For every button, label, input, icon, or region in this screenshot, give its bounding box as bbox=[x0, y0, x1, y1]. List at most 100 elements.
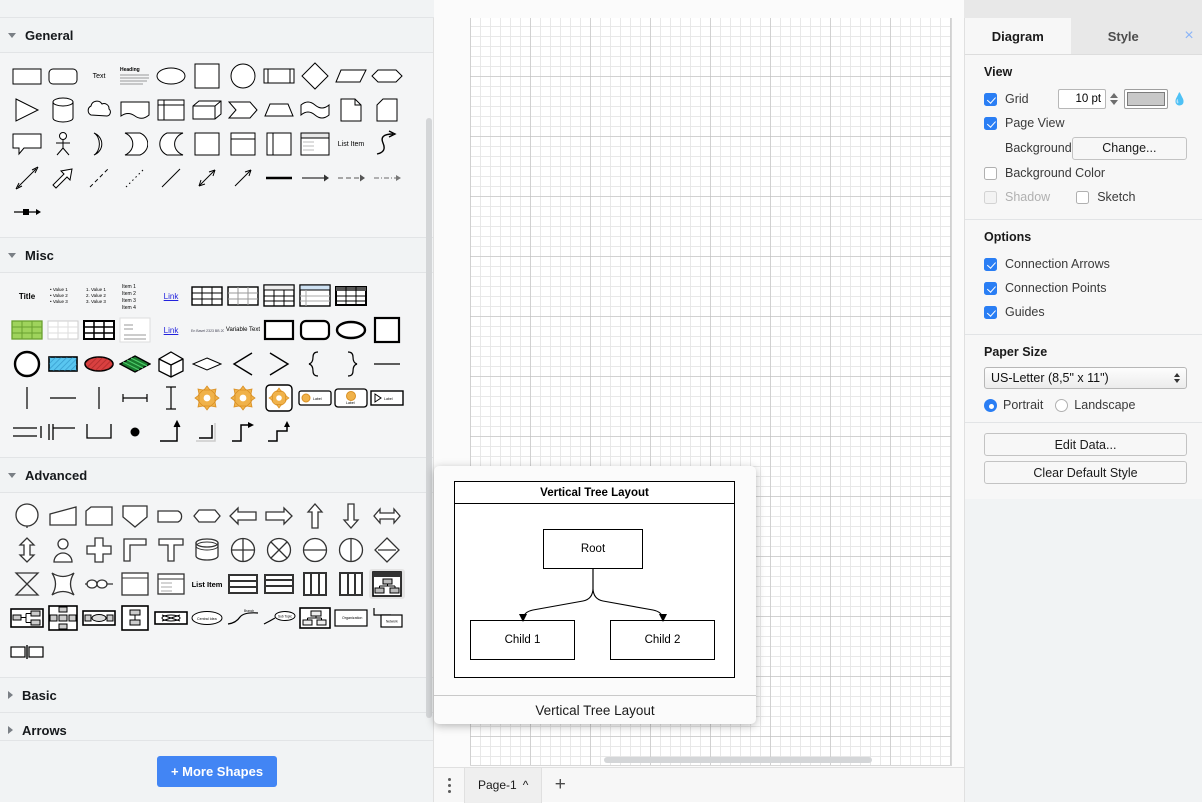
shape-bidirectional-arrow[interactable] bbox=[9, 163, 45, 193]
shape-adv-circle[interactable] bbox=[9, 501, 45, 531]
shapes-scroll-area[interactable]: General Text Heading bbox=[0, 18, 434, 740]
shape-adv-multi-node[interactable] bbox=[81, 569, 117, 599]
shape-s-elbow-arrow[interactable] bbox=[225, 417, 261, 447]
shape-adv-shield[interactable] bbox=[117, 501, 153, 531]
shape-parallelogram[interactable] bbox=[333, 61, 369, 91]
shape-adv-clipped-rect[interactable] bbox=[81, 501, 117, 531]
chevron-up-icon[interactable]: ^ bbox=[523, 778, 529, 792]
shape-adv-drum[interactable] bbox=[189, 535, 225, 565]
shape-vertical-container[interactable] bbox=[225, 129, 261, 159]
page-tab-page-1[interactable]: Page-1 ^ bbox=[464, 768, 542, 803]
shape-variable-text[interactable]: Variable Text bbox=[225, 315, 261, 345]
kebab-menu-icon[interactable] bbox=[434, 776, 464, 794]
shape-adv-flow[interactable] bbox=[81, 603, 117, 633]
shape-corner-bracket[interactable] bbox=[45, 417, 81, 447]
shape-note[interactable] bbox=[333, 95, 369, 125]
shape-data-storage[interactable] bbox=[117, 129, 153, 159]
section-header-advanced[interactable]: Advanced bbox=[0, 458, 434, 493]
more-shapes-button[interactable]: + More Shapes bbox=[157, 756, 277, 787]
shape-thick-rounded-rectangle[interactable] bbox=[297, 315, 333, 345]
shape-actor[interactable] bbox=[45, 129, 81, 159]
shape-red-hatched-ellipse[interactable] bbox=[81, 349, 117, 379]
shape-zigzag-left[interactable] bbox=[225, 349, 261, 379]
shape-elbow-outline[interactable] bbox=[189, 417, 225, 447]
shape-adv-vertical-cols[interactable] bbox=[297, 569, 333, 599]
shape-hexagon[interactable] bbox=[369, 61, 405, 91]
shape-table[interactable] bbox=[297, 129, 333, 159]
shape-link-text[interactable]: Link bbox=[153, 281, 189, 311]
shape-adv-network[interactable]: Network bbox=[369, 603, 405, 633]
shape-adv-person[interactable] bbox=[45, 535, 81, 565]
shape-dot[interactable] bbox=[117, 417, 153, 447]
shape-adv-terminator[interactable] bbox=[153, 501, 189, 531]
shape-line[interactable] bbox=[153, 163, 189, 193]
shape-adv-window[interactable] bbox=[117, 569, 153, 599]
shape-adv-tree-layout[interactable] bbox=[369, 569, 405, 599]
shape-directional-connector[interactable] bbox=[225, 163, 261, 193]
shape-gear-label[interactable]: Label bbox=[297, 383, 333, 413]
shape-blue-hatched-rectangle[interactable] bbox=[45, 349, 81, 379]
shape-adv-corner[interactable] bbox=[117, 535, 153, 565]
shape-double-line[interactable] bbox=[9, 417, 45, 447]
shape-gear[interactable] bbox=[189, 383, 225, 413]
shape-unordered-list[interactable]: • Value 1• Value 2• Value 3 bbox=[45, 281, 81, 311]
shape-step[interactable] bbox=[225, 95, 261, 125]
grid-color-button[interactable] bbox=[1124, 89, 1168, 109]
shape-adv-org-chart[interactable] bbox=[297, 603, 333, 633]
landscape-radio[interactable] bbox=[1055, 399, 1068, 412]
shape-adv-horizontal-rows[interactable] bbox=[225, 569, 261, 599]
shape-square[interactable] bbox=[189, 61, 225, 91]
guides-checkbox[interactable] bbox=[984, 306, 997, 319]
grid-size-input[interactable]: 10 pt bbox=[1058, 89, 1106, 109]
shape-adv-ramp[interactable] bbox=[45, 501, 81, 531]
shape-table-with-header[interactable] bbox=[225, 281, 261, 311]
shape-triangle[interactable] bbox=[9, 95, 45, 125]
shape-cube[interactable] bbox=[189, 95, 225, 125]
section-header-misc[interactable]: Misc bbox=[0, 238, 434, 273]
shape-titled-list-table[interactable] bbox=[297, 281, 333, 311]
connection-points-checkbox[interactable] bbox=[984, 282, 997, 295]
shape-u-bracket[interactable] bbox=[81, 417, 117, 447]
shape-z-elbow-arrow[interactable] bbox=[261, 417, 297, 447]
shape-thick-square[interactable] bbox=[369, 315, 405, 345]
shape-left-brace[interactable] bbox=[297, 349, 333, 379]
shape-adv-organisation[interactable]: Organization bbox=[333, 603, 369, 633]
eyedropper-icon[interactable]: 💧 bbox=[1172, 92, 1187, 106]
shape-light-table[interactable] bbox=[45, 315, 81, 345]
shape-adv-vertical-cols-2[interactable] bbox=[333, 569, 369, 599]
shape-adv-radial-tree[interactable] bbox=[45, 603, 81, 633]
shape-thick-ellipse[interactable] bbox=[333, 315, 369, 345]
connection-arrows-checkbox[interactable] bbox=[984, 258, 997, 271]
shape-ordered-list[interactable]: 1. Value 12. Value 23. Value 3 bbox=[81, 281, 117, 311]
shape-block-arrow[interactable] bbox=[45, 163, 81, 193]
shape-thick-rectangle[interactable] bbox=[261, 315, 297, 345]
tab-diagram[interactable]: Diagram bbox=[965, 18, 1071, 54]
shape-adv-branch[interactable]: Branch bbox=[225, 603, 261, 633]
shape-gear-2[interactable] bbox=[225, 383, 261, 413]
shape-circle[interactable] bbox=[225, 61, 261, 91]
shape-adv-vertical-flow[interactable] bbox=[117, 603, 153, 633]
shape-elbow-arrow[interactable] bbox=[153, 417, 189, 447]
shape-process[interactable] bbox=[261, 61, 297, 91]
shape-adv-quadrant-circle[interactable] bbox=[225, 535, 261, 565]
shape-adv-bowtie[interactable] bbox=[9, 569, 45, 599]
shape-adv-listbox[interactable] bbox=[153, 569, 189, 599]
shape-adv-cross[interactable] bbox=[81, 535, 117, 565]
shape-adv-two-node[interactable] bbox=[9, 637, 45, 667]
shape-gear-label-below[interactable]: Label bbox=[333, 383, 369, 413]
shape-play-label[interactable]: Label bbox=[369, 383, 405, 413]
shape-adv-left-arrow[interactable] bbox=[225, 501, 261, 531]
shape-adv-right-arrow[interactable] bbox=[261, 501, 297, 531]
paper-size-select[interactable]: US-Letter (8,5" x 11") bbox=[984, 367, 1187, 389]
canvas-horizontal-scrollbar[interactable] bbox=[604, 757, 872, 763]
sketch-checkbox[interactable] bbox=[1076, 191, 1089, 204]
shape-adv-left-right-arrow[interactable] bbox=[369, 501, 405, 531]
shape-adv-central-idea[interactable]: Central Idea bbox=[189, 603, 225, 633]
section-header-basic[interactable]: Basic bbox=[0, 678, 434, 713]
shape-adv-down-arrow[interactable] bbox=[333, 501, 369, 531]
section-header-general[interactable]: General bbox=[0, 18, 434, 53]
shape-adv-double-diamond[interactable] bbox=[369, 535, 405, 565]
shape-link[interactable] bbox=[261, 163, 297, 193]
shape-callout[interactable] bbox=[9, 129, 45, 159]
shape-arrow-connector[interactable] bbox=[297, 163, 333, 193]
